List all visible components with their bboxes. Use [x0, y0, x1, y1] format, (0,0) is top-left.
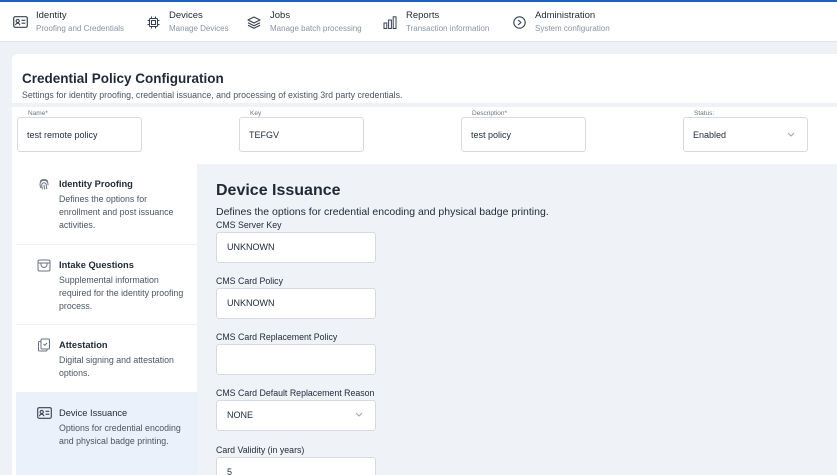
cms-server-key-value: UNKNOWN	[227, 242, 275, 252]
sidebar-item-identity-proofing[interactable]: Identity Proofing Defines the options fo…	[16, 164, 197, 245]
card-validity-label: Card Validity (in years)	[216, 445, 305, 455]
sidebar-item-desc: Supplemental information required for th…	[59, 275, 184, 311]
settings-circle-icon	[511, 14, 527, 30]
description-label: Description*	[470, 110, 510, 117]
id-card-icon	[12, 14, 28, 30]
nav-subtitle: Proofing and Credentials	[36, 24, 125, 33]
status-label: Status:	[692, 110, 717, 117]
top-navigation: Identity Proofing and Credentials Device…	[0, 0, 837, 42]
chevron-down-icon	[787, 132, 795, 139]
device-issuance-panel: Device Issuance Defines the options for …	[197, 164, 837, 475]
name-value: test remote policy	[27, 130, 98, 140]
sidebar-item-desc: Options for credential encoding and phys…	[59, 423, 181, 446]
content-area: Identity Proofing Defines the options fo…	[12, 164, 837, 475]
sidebar-item-title: Device Issuance	[59, 408, 128, 418]
nav-subtitle: System configuration	[535, 24, 610, 33]
description-field[interactable]: Description* test policy	[461, 110, 586, 152]
nav-subtitle: Manage Devices	[169, 24, 229, 33]
sidebar-item-intake-questions[interactable]: Intake Questions Supplemental informatio…	[16, 245, 197, 325]
page-title: Credential Policy Configuration	[22, 71, 224, 86]
sidebar-item-device-issuance[interactable]: Device Issuance Options for credential e…	[16, 393, 197, 475]
chip-icon	[145, 14, 161, 30]
sidebar-item-desc: Digital signing and attestation options.	[59, 355, 174, 378]
status-value: Enabled	[693, 130, 727, 140]
section-sidebar: Identity Proofing Defines the options fo…	[16, 164, 197, 475]
nav-subtitle: Manage batch processing	[270, 24, 362, 33]
cms-card-default-replacement-reason-label: CMS Card Default Replacement Reason	[216, 388, 375, 398]
card-validity-input[interactable]: 5	[216, 457, 376, 475]
cms-card-default-replacement-reason-select[interactable]: NONE	[216, 400, 376, 431]
cms-server-key-input[interactable]: UNKNOWN	[216, 232, 376, 263]
key-label: Key	[248, 110, 264, 117]
cms-card-policy-label: CMS Card Policy	[216, 276, 283, 286]
nav-item-jobs[interactable]: Jobs Manage batch processing	[246, 2, 362, 42]
cms-server-key-label: CMS Server Key	[216, 220, 282, 230]
chevron-down-icon	[355, 412, 363, 419]
cms-card-policy-input[interactable]: UNKNOWN	[216, 288, 376, 319]
nav-title: Identity	[36, 10, 67, 21]
policy-card: Credential Policy Configuration Settings…	[12, 54, 837, 475]
nav-item-devices[interactable]: Devices Manage Devices	[145, 2, 229, 42]
documents-icon	[37, 338, 51, 352]
sidebar-item-title: Attestation	[59, 340, 108, 350]
section-description: Defines the options for credential encod…	[216, 206, 549, 218]
cms-card-policy-value: UNKNOWN	[227, 298, 275, 308]
nav-subtitle: Transaction information	[406, 24, 490, 33]
card-validity-value: 5	[227, 467, 233, 475]
name-label: Name*	[26, 110, 50, 117]
bar-chart-icon	[382, 14, 398, 30]
sidebar-item-desc: Defines the options for enrollment and p…	[59, 194, 174, 230]
fingerprint-icon	[37, 177, 51, 191]
cms-card-replacement-policy-input[interactable]	[216, 344, 376, 375]
nav-item-identity[interactable]: Identity Proofing and Credentials	[12, 2, 124, 42]
nav-item-administration[interactable]: Administration System configuration	[511, 2, 610, 42]
status-select[interactable]: Status: Enabled	[683, 110, 808, 152]
nav-title: Administration	[535, 10, 596, 21]
description-value: test policy	[471, 130, 512, 140]
key-value: TEFGV	[249, 130, 280, 140]
key-field[interactable]: Key TEFGV	[239, 110, 364, 152]
nav-item-reports[interactable]: Reports Transaction information	[382, 2, 489, 42]
page-subtitle: Settings for identity proofing, credenti…	[22, 90, 403, 100]
layers-icon	[246, 14, 262, 30]
inbox-icon	[37, 259, 51, 273]
badge-icon	[37, 406, 52, 420]
divider	[12, 103, 837, 107]
name-field[interactable]: Name* test remote policy	[17, 110, 142, 152]
cms-card-default-replacement-reason-value: NONE	[227, 410, 254, 420]
sidebar-item-title: Intake Questions	[59, 260, 134, 270]
section-title: Device Issuance	[216, 182, 341, 199]
nav-title: Reports	[406, 10, 440, 21]
nav-title: Jobs	[270, 10, 291, 21]
nav-title: Devices	[169, 10, 203, 21]
cms-card-replacement-policy-label: CMS Card Replacement Policy	[216, 332, 338, 342]
sidebar-item-title: Identity Proofing	[59, 179, 133, 189]
sidebar-item-attestation[interactable]: Attestation Digital signing and attestat…	[16, 325, 197, 393]
